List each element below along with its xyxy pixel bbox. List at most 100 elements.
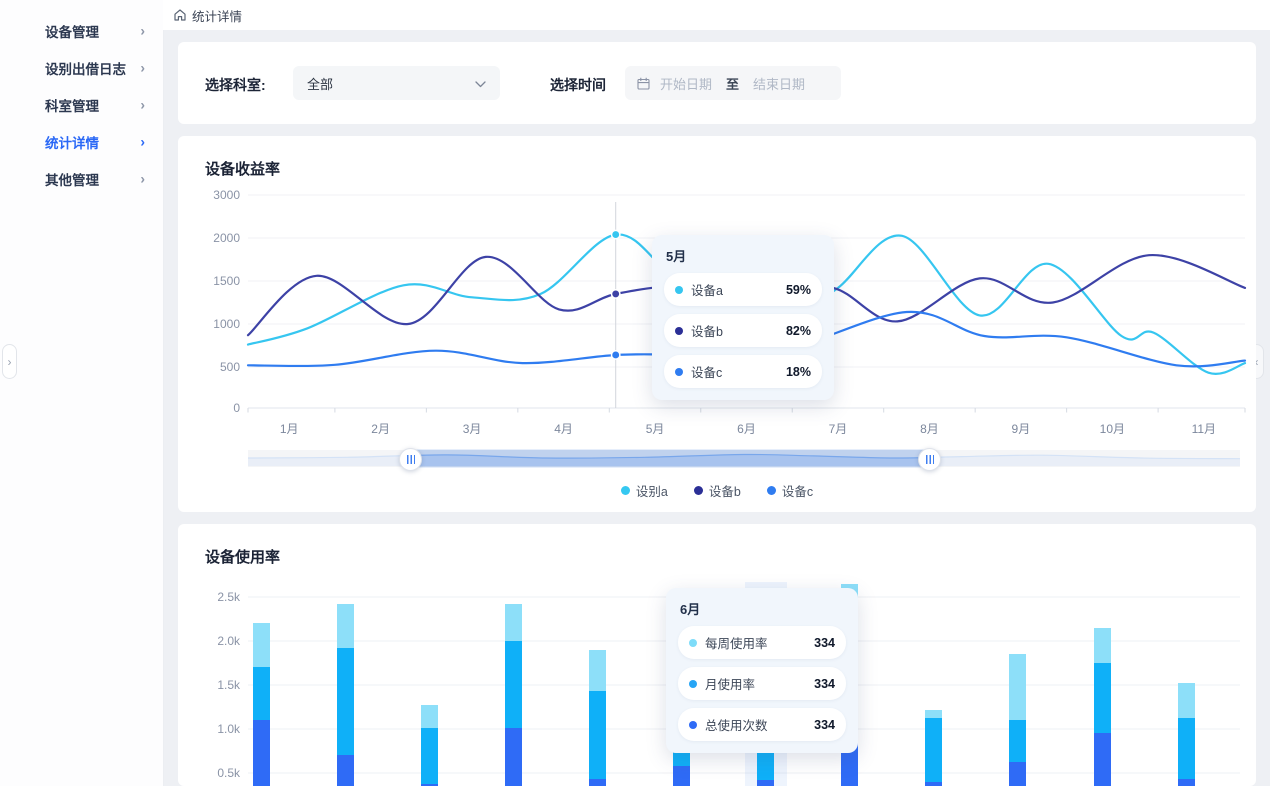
sidebar-item-label: 设备管理: [45, 21, 99, 41]
chevron-right-icon: ›: [140, 96, 145, 112]
datazoom-handle-right[interactable]: [918, 448, 941, 471]
y-axis-label: 2.5k: [178, 590, 240, 604]
datazoom-mask-left: [248, 450, 410, 467]
sidebar-collapse-button[interactable]: ›: [2, 344, 17, 379]
bar-segment-每周使用率[interactable]: [1178, 683, 1195, 718]
dashboard-root: 设备管理›设别出借日志›科室管理›统计详情›其他管理› › ‹ 统计详情 选择科…: [0, 0, 1270, 786]
bar-segment-总使用次数[interactable]: [589, 779, 606, 786]
sidebar-item[interactable]: 设别出借日志 ›: [0, 49, 163, 86]
sidebar-item[interactable]: 设备管理 ›: [0, 12, 163, 49]
bar-segment-每周使用率[interactable]: [1094, 628, 1111, 663]
y-axis-label: 0.5k: [178, 766, 240, 780]
tooltip-series-name: 每周使用率: [705, 633, 768, 652]
x-axis-label: 2月: [356, 420, 406, 437]
tooltip-series-name: 设备a: [691, 280, 723, 299]
bar-segment-每周使用率[interactable]: [1009, 654, 1026, 720]
date-range-picker[interactable]: 开始日期 至 结束日期: [625, 66, 841, 100]
calendar-icon: [637, 77, 650, 90]
range-separator: 至: [726, 74, 739, 93]
sidebar-item[interactable]: 科室管理 ›: [0, 86, 163, 123]
bar-segment-每周使用率[interactable]: [421, 705, 438, 728]
hover-marker: [612, 351, 620, 359]
x-axis-label: 7月: [813, 420, 863, 437]
time-filter-label: 选择时间: [550, 75, 606, 95]
bar-segment-总使用次数[interactable]: [925, 782, 942, 786]
bar-segment-每周使用率[interactable]: [589, 650, 606, 691]
y-axis-label: 3000: [178, 188, 240, 202]
series-dot-icon: [689, 721, 697, 729]
bar-segment-月使用率[interactable]: [925, 718, 942, 781]
line-chart-tooltip: 5月 设备a59%设备b82%设备c18%: [652, 235, 834, 400]
chevron-right-icon: ›: [140, 59, 145, 75]
legend-item[interactable]: 设备b: [694, 481, 741, 500]
sidebar-item[interactable]: 统计详情 ›: [0, 123, 163, 160]
bar-segment-总使用次数[interactable]: [253, 720, 270, 786]
series-dot-icon: [689, 680, 697, 688]
bar-segment-月使用率[interactable]: [421, 728, 438, 783]
series-dot-icon: [675, 327, 683, 335]
sidebar-menu: 设备管理 › 设别出借日志 › 科室管理 › 统计详情 › 其他管理›: [0, 0, 163, 197]
x-axis-label: 1月: [264, 420, 314, 437]
end-date-input[interactable]: 结束日期: [753, 74, 805, 93]
bar-segment-月使用率[interactable]: [337, 648, 354, 755]
y-axis-label: 0: [178, 401, 240, 415]
y-axis-label: 1500: [178, 274, 240, 288]
breadcrumb[interactable]: 统计详情: [192, 6, 242, 25]
bar-segment-月使用率[interactable]: [253, 667, 270, 720]
x-axis-label: 3月: [447, 420, 497, 437]
bar-segment-总使用次数[interactable]: [505, 728, 522, 786]
x-axis-label: 6月: [722, 420, 772, 437]
y-axis-label: 1.0k: [178, 722, 240, 736]
bar-chart-tooltip: 6月 每周使用率334月使用率334总使用次数334: [666, 588, 858, 753]
legend-dot-icon: [694, 486, 703, 495]
dept-select[interactable]: 全部: [293, 66, 500, 100]
bar-segment-总使用次数[interactable]: [1178, 779, 1195, 786]
bar-segment-每周使用率[interactable]: [925, 710, 942, 719]
bar-segment-月使用率[interactable]: [1009, 720, 1026, 762]
tooltip-series-value: 334: [796, 677, 835, 691]
sidebar-item-label: 统计详情: [45, 132, 99, 152]
bar-segment-总使用次数[interactable]: [673, 766, 690, 786]
sidebar-item-label: 科室管理: [45, 95, 99, 115]
bar-segment-总使用次数[interactable]: [1094, 733, 1111, 786]
usage-bar-chart-card: 设备使用率 0.5k1.0k1.5k2.0k2.5k 6月 每周使用率334月使…: [178, 524, 1256, 786]
bar-segment-总使用次数[interactable]: [757, 780, 774, 786]
x-axis-label: 11月: [1179, 420, 1229, 437]
home-icon: [173, 8, 187, 22]
chevron-right-icon: ›: [8, 355, 12, 369]
bar-segment-月使用率[interactable]: [589, 691, 606, 779]
bar-segment-每周使用率[interactable]: [253, 623, 270, 667]
chevron-right-icon: ›: [140, 133, 145, 149]
tooltip-series-value: 59%: [768, 283, 811, 297]
filter-card: 选择科室: 全部 选择时间 开始日期 至 结束日期: [178, 42, 1256, 124]
y-axis-label: 1.5k: [178, 678, 240, 692]
x-axis-label: 4月: [539, 420, 589, 437]
tooltip-series-name: 总使用次数: [705, 715, 768, 734]
line-chart-legend: 设别a 设备b 设备c: [178, 481, 1256, 500]
datazoom-selection[interactable]: [410, 450, 929, 468]
series-dot-icon: [689, 639, 697, 647]
dept-select-value: 全部: [307, 74, 475, 93]
tooltip-series-name: 设备b: [691, 321, 723, 340]
drag-grip-icon: [926, 455, 934, 464]
bar-segment-月使用率[interactable]: [1178, 718, 1195, 779]
y-axis-label: 2000: [178, 231, 240, 245]
bar-segment-每周使用率[interactable]: [505, 604, 522, 641]
tooltip-series-value: 334: [796, 636, 835, 650]
start-date-input[interactable]: 开始日期: [660, 74, 712, 93]
bar-segment-总使用次数[interactable]: [337, 755, 354, 786]
x-axis-label: 8月: [904, 420, 954, 437]
sidebar: 设备管理 › 设别出借日志 › 科室管理 › 统计详情 › 其他管理›: [0, 0, 164, 786]
bar-segment-月使用率[interactable]: [505, 641, 522, 728]
bar-segment-月使用率[interactable]: [1094, 663, 1111, 733]
bar-segment-总使用次数[interactable]: [1009, 762, 1026, 786]
legend-item[interactable]: 设别a: [621, 481, 668, 500]
chevron-right-icon: ›: [140, 22, 145, 38]
sidebar-item[interactable]: 其他管理›: [0, 160, 163, 197]
tooltip-row: 总使用次数334: [678, 708, 846, 741]
hover-marker: [612, 230, 620, 238]
tooltip-series-name: 月使用率: [705, 674, 755, 693]
sidebar-item-label: 设别出借日志: [45, 58, 126, 78]
bar-segment-每周使用率[interactable]: [337, 604, 354, 648]
legend-item[interactable]: 设备c: [767, 481, 813, 500]
